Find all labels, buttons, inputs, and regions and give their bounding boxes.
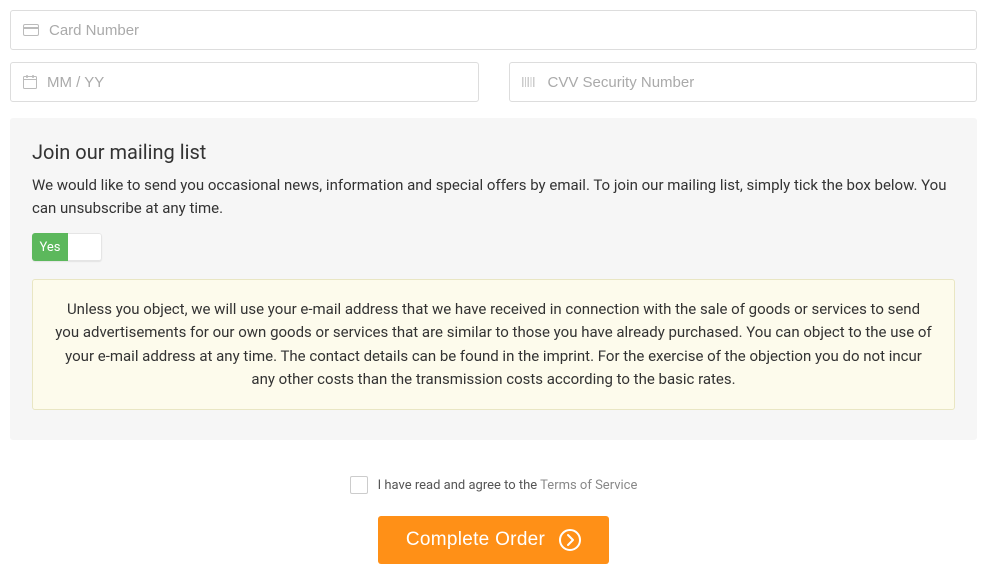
cvv-input[interactable] [548,74,965,91]
credit-card-icon [23,24,39,36]
terms-text: I have read and agree to the Terms of Se… [378,478,638,493]
mailing-notice: Unless you object, we will use your e-ma… [32,279,955,410]
mailing-description: We would like to send you occasional new… [32,174,955,219]
barcode-icon [522,76,538,88]
calendar-icon [23,75,37,89]
terms-link[interactable]: Terms of Service [540,478,637,493]
arrow-right-circle-icon [559,529,581,551]
card-number-input[interactable] [49,22,964,39]
toggle-yes-label: Yes [32,233,68,261]
mailing-title: Join our mailing list [32,140,955,164]
expiry-field[interactable] [10,62,479,102]
terms-checkbox[interactable] [350,476,368,494]
submit-label: Complete Order [406,529,545,551]
toggle-handle[interactable] [68,233,102,261]
card-number-field[interactable] [10,10,977,50]
terms-row: I have read and agree to the Terms of Se… [10,476,977,494]
mailing-toggle[interactable]: Yes [32,233,102,261]
mailing-list-section: Join our mailing list We would like to s… [10,118,977,440]
terms-prefix: I have read and agree to the [378,478,541,493]
expiry-input[interactable] [47,74,466,91]
cvv-field[interactable] [509,62,978,102]
